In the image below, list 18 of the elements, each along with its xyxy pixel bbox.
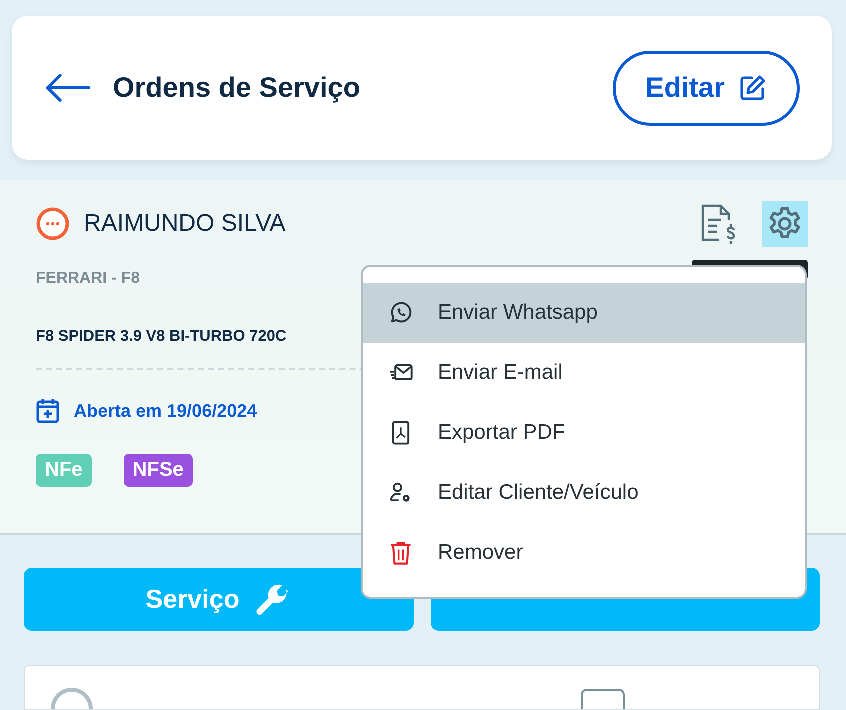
page-title: Ordens de Serviço [113,72,362,104]
tag: NFSe [124,454,193,487]
status-icon [36,207,70,241]
back-button[interactable] [45,73,91,103]
menu-item[interactable]: Exportar PDF [363,403,805,463]
menu-item[interactable]: Enviar Whatsapp [363,283,805,343]
menu-item[interactable]: Editar Cliente/Veículo [363,463,805,523]
whatsapp-icon [388,300,414,326]
vehicle-version: F8 SPIDER 3.9 V8 BI-TURBO 720C [36,328,288,346]
settings-button[interactable] [762,201,808,247]
menu-item[interactable]: Enviar E-mail [363,343,805,403]
edit-button[interactable]: Editar [612,50,800,126]
opened-date: Aberta em 19/06/2024 [74,400,258,422]
client-name: RAIMUNDO SILVA [84,210,286,238]
calendar-icon [36,398,60,424]
vehicle-label: FERRARI - F8 [36,270,141,288]
edit-icon [739,74,767,102]
tag: NFe [36,454,92,487]
